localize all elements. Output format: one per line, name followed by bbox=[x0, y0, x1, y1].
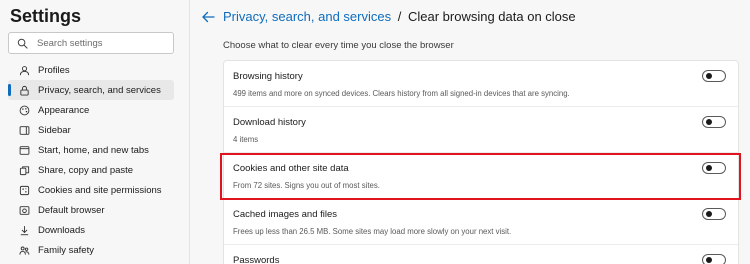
option-row-download-history: Download history 4 items bbox=[224, 107, 738, 153]
toggle-knob bbox=[706, 73, 712, 79]
sidebar-item-label: Appearance bbox=[38, 104, 90, 116]
toggle-knob bbox=[706, 257, 712, 263]
settings-nav: Profiles Privacy, search, and services A… bbox=[8, 60, 174, 260]
option-title: Cached images and files bbox=[233, 209, 338, 220]
option-title: Cookies and other site data bbox=[233, 163, 349, 174]
sidebar-item-share[interactable]: Share, copy and paste bbox=[8, 160, 174, 180]
sidebar-item-profiles[interactable]: Profiles bbox=[8, 60, 174, 80]
sidebar-item-label: Profiles bbox=[38, 64, 70, 76]
profile-icon bbox=[18, 64, 30, 76]
cached-images-toggle[interactable] bbox=[702, 208, 726, 220]
lock-icon bbox=[18, 84, 30, 96]
passwords-toggle[interactable] bbox=[702, 254, 726, 264]
breadcrumb-separator: / bbox=[397, 9, 402, 24]
back-arrow-icon[interactable] bbox=[201, 10, 215, 24]
sidebar-item-family-safety[interactable]: Family safety bbox=[8, 240, 174, 260]
clear-options-card: Browsing history 499 items and more on s… bbox=[223, 60, 739, 264]
option-description: 499 items and more on synced devices. Cl… bbox=[233, 89, 570, 98]
option-row-cookies: Cookies and other site data From 72 site… bbox=[224, 153, 738, 199]
sidebar-item-label: Start, home, and new tabs bbox=[38, 144, 149, 156]
download-history-toggle[interactable] bbox=[702, 116, 726, 128]
sidebar-item-label: Privacy, search, and services bbox=[38, 84, 161, 96]
toggle-knob bbox=[706, 119, 712, 125]
settings-title: Settings bbox=[10, 6, 82, 26]
sidebar-item-sidebar[interactable]: Sidebar bbox=[8, 120, 174, 140]
sidebar-item-label: Sidebar bbox=[38, 124, 71, 136]
option-title: Passwords bbox=[233, 255, 280, 264]
home-icon bbox=[18, 144, 30, 156]
sidebar-item-cookies[interactable]: Cookies and site permissions bbox=[8, 180, 174, 200]
browser-icon bbox=[18, 204, 30, 216]
cookies-icon bbox=[18, 184, 30, 196]
sidebar-item-label: Cookies and site permissions bbox=[38, 184, 162, 196]
sidebar-item-start-home[interactable]: Start, home, and new tabs bbox=[8, 140, 174, 160]
option-description: From 72 sites. Signs you out of most sit… bbox=[233, 181, 380, 190]
sidebar-item-label: Downloads bbox=[38, 224, 85, 236]
option-description: 4 items bbox=[233, 135, 259, 144]
share-icon bbox=[18, 164, 30, 176]
family-icon bbox=[18, 244, 30, 256]
option-title: Browsing history bbox=[233, 71, 303, 82]
appearance-icon bbox=[18, 104, 30, 116]
search-icon bbox=[17, 38, 28, 49]
search-settings-input[interactable] bbox=[37, 37, 167, 49]
settings-sidebar: Settings Profiles Privacy, search, and s… bbox=[0, 0, 190, 264]
toggle-knob bbox=[706, 211, 712, 217]
option-row-cached-images: Cached images and files Frees up less th… bbox=[224, 199, 738, 245]
sidebar-item-downloads[interactable]: Downloads bbox=[8, 220, 174, 240]
sidebar-item-appearance[interactable]: Appearance bbox=[8, 100, 174, 120]
cookies-toggle[interactable] bbox=[702, 162, 726, 174]
sidebar-icon bbox=[18, 124, 30, 136]
option-title: Download history bbox=[233, 117, 306, 128]
option-row-browsing-history: Browsing history 499 items and more on s… bbox=[224, 61, 738, 107]
download-icon bbox=[18, 224, 30, 236]
main-content: Privacy, search, and services / Clear br… bbox=[191, 0, 750, 264]
page-title: Clear browsing data on close bbox=[407, 9, 576, 24]
sidebar-item-label: Family safety bbox=[38, 244, 94, 256]
sidebar-item-privacy[interactable]: Privacy, search, and services bbox=[8, 80, 174, 100]
sidebar-item-label: Share, copy and paste bbox=[38, 164, 134, 176]
sidebar-item-label: Default browser bbox=[38, 204, 105, 216]
toggle-knob bbox=[706, 165, 712, 171]
option-description: Frees up less than 26.5 MB. Some sites m… bbox=[233, 227, 512, 236]
sidebar-item-default-browser[interactable]: Default browser bbox=[8, 200, 174, 220]
breadcrumb: Privacy, search, and services / Clear br… bbox=[223, 9, 576, 24]
breadcrumb-link-privacy[interactable]: Privacy, search, and services bbox=[223, 9, 391, 24]
page-subtitle: Choose what to clear every time you clos… bbox=[223, 40, 454, 51]
search-settings-box[interactable] bbox=[8, 32, 174, 54]
browsing-history-toggle[interactable] bbox=[702, 70, 726, 82]
option-row-passwords: Passwords bbox=[224, 245, 738, 264]
